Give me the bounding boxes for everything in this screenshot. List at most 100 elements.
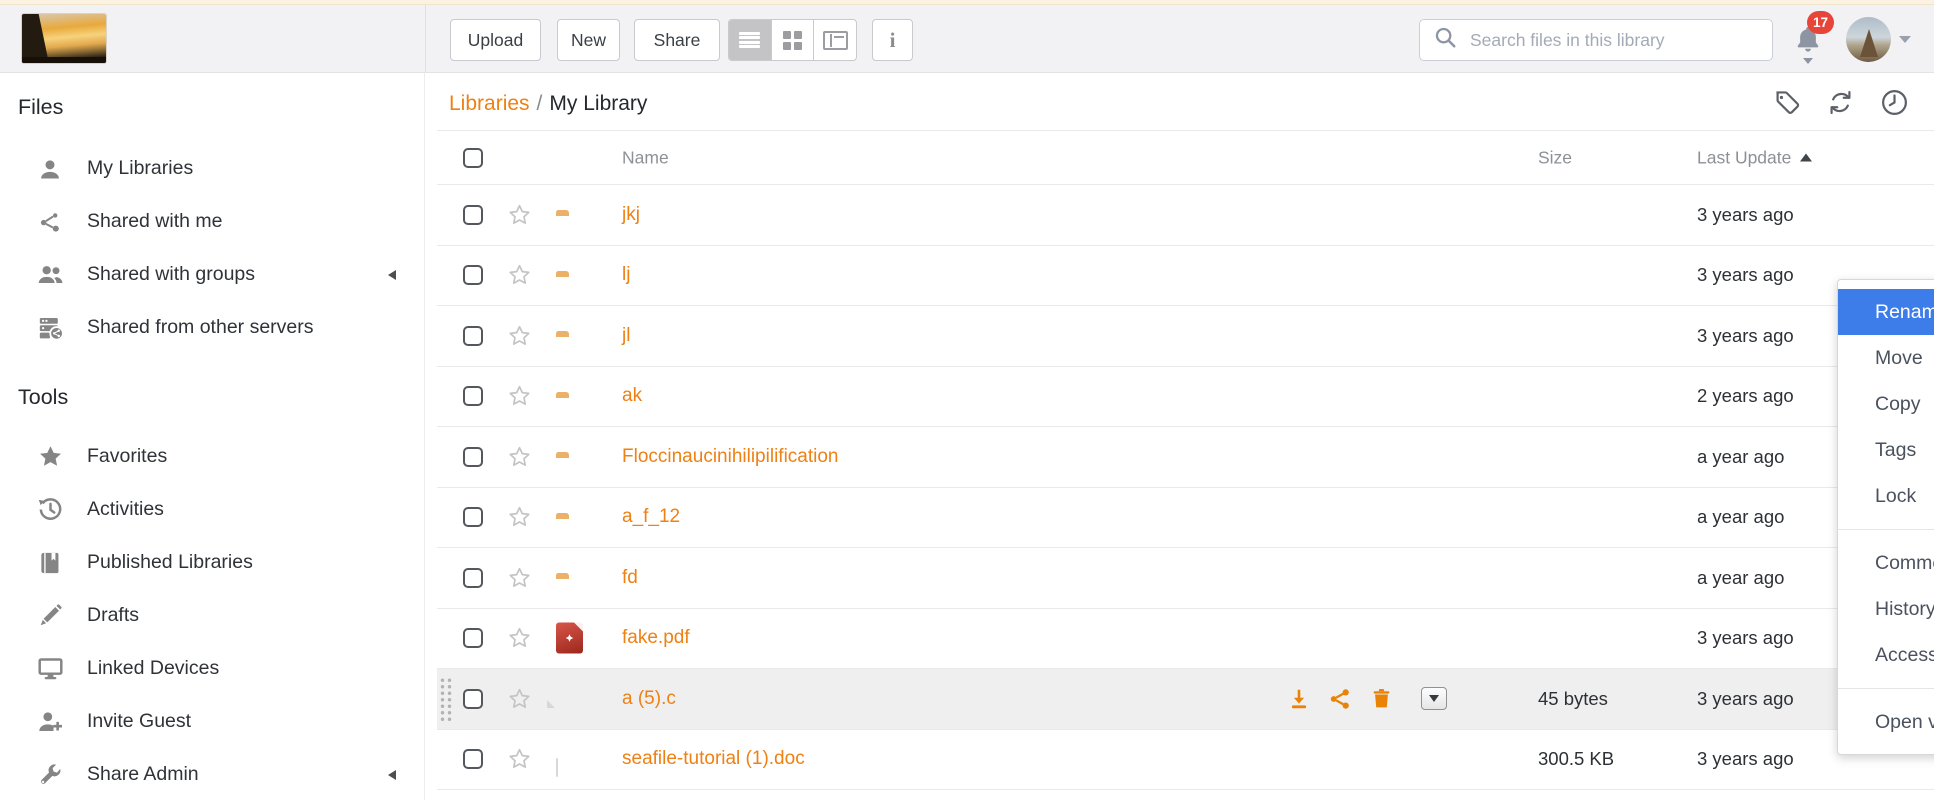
list-view-button[interactable] bbox=[729, 20, 772, 60]
sidebar-item-drafts[interactable]: Drafts bbox=[0, 589, 424, 642]
history-icon[interactable] bbox=[1879, 87, 1910, 118]
breadcrumb-libraries-link[interactable]: Libraries bbox=[449, 92, 530, 115]
table-row[interactable]: jl3 years ago bbox=[437, 306, 1934, 367]
menu-item-tags[interactable]: Tags bbox=[1838, 427, 1934, 473]
file-name-link[interactable]: fake.pdf bbox=[622, 627, 690, 649]
download-icon[interactable] bbox=[1287, 687, 1311, 711]
drag-handle-icon[interactable] bbox=[439, 677, 453, 722]
file-name-link[interactable]: seafile-tutorial (1).doc bbox=[622, 748, 805, 770]
star-icon[interactable] bbox=[506, 322, 533, 349]
collapse-caret-icon[interactable] bbox=[388, 770, 396, 780]
star-icon[interactable] bbox=[506, 443, 533, 470]
table-row[interactable]: a_f_12 a year ago bbox=[437, 488, 1934, 549]
row-checkbox[interactable] bbox=[463, 628, 483, 648]
table-row[interactable]: jkj3 years ago bbox=[437, 185, 1934, 246]
new-button[interactable]: New bbox=[557, 19, 620, 61]
file-size: 45 bytes bbox=[1538, 688, 1608, 710]
sidebar-item-published-libraries[interactable]: Published Libraries bbox=[0, 536, 424, 589]
sidebar-section-tools: FavoritesActivitiesPublished LibrariesDr… bbox=[0, 430, 424, 801]
delete-icon[interactable] bbox=[1369, 687, 1393, 711]
share-button[interactable]: Share bbox=[634, 19, 720, 61]
menu-item-open-via-client[interactable]: Open via Client bbox=[1838, 699, 1934, 745]
activities-history-icon bbox=[35, 496, 65, 524]
file-name-link[interactable]: fd bbox=[622, 567, 638, 589]
table-row[interactable]: fda year ago bbox=[437, 548, 1934, 609]
select-all-checkbox[interactable] bbox=[463, 148, 483, 168]
search-input[interactable] bbox=[1468, 29, 1752, 52]
server-share-icon bbox=[35, 314, 65, 342]
star-icon[interactable] bbox=[506, 564, 533, 591]
list-view-icon bbox=[739, 32, 760, 49]
table-row[interactable]: lj3 years ago bbox=[437, 246, 1934, 307]
row-checkbox[interactable] bbox=[463, 265, 483, 285]
menu-item-comment[interactable]: Comment bbox=[1838, 540, 1934, 586]
sidebar-item-shared-with-groups[interactable]: Shared with groups bbox=[0, 248, 424, 301]
row-checkbox[interactable] bbox=[463, 749, 483, 769]
table-row[interactable]: a (5).c45 bytes3 years ago bbox=[437, 669, 1934, 730]
star-icon[interactable] bbox=[506, 201, 533, 228]
table-row[interactable]: Floccinaucinihilipilificationa year ago bbox=[437, 427, 1934, 488]
file-name-link[interactable]: a (5).c bbox=[622, 688, 676, 710]
file-name-link[interactable]: lj bbox=[622, 264, 630, 286]
menu-item-access-log[interactable]: Access Log bbox=[1838, 632, 1934, 678]
trash-icon[interactable] bbox=[1825, 87, 1856, 118]
column-header-size[interactable]: Size bbox=[1538, 147, 1572, 168]
row-checkbox[interactable] bbox=[463, 386, 483, 406]
avatar[interactable] bbox=[1846, 17, 1891, 62]
column-header-last-update[interactable]: Last Update bbox=[1697, 147, 1812, 168]
file-name-link[interactable]: Floccinaucinihilipilification bbox=[622, 446, 839, 468]
sidebar-section-files: My LibrariesShared with meShared with gr… bbox=[0, 142, 424, 354]
row-checkbox[interactable] bbox=[463, 205, 483, 225]
sidebar-heading-files: Files bbox=[18, 94, 424, 120]
star-icon[interactable] bbox=[506, 383, 533, 410]
last-update: a year ago bbox=[1697, 506, 1784, 528]
row-checkbox[interactable] bbox=[463, 568, 483, 588]
sidebar-item-linked-devices[interactable]: Linked Devices bbox=[0, 642, 424, 695]
tag-icon[interactable] bbox=[1771, 87, 1802, 118]
notifications-button[interactable]: 17 bbox=[1793, 18, 1835, 68]
users-icon bbox=[35, 261, 65, 289]
row-checkbox[interactable] bbox=[463, 689, 483, 709]
row-checkbox[interactable] bbox=[463, 447, 483, 467]
sidebar-item-shared-with-me[interactable]: Shared with me bbox=[0, 195, 424, 248]
column-header-name[interactable]: Name bbox=[622, 147, 669, 168]
row-checkbox[interactable] bbox=[463, 507, 483, 527]
search-icon bbox=[1433, 25, 1458, 55]
share-icon[interactable] bbox=[1328, 687, 1352, 711]
file-name-link[interactable]: a_f_12 bbox=[622, 506, 680, 528]
row-actions bbox=[1287, 687, 1447, 711]
grid-view-button[interactable] bbox=[772, 20, 815, 60]
detail-view-button[interactable] bbox=[814, 20, 856, 60]
upload-button[interactable]: Upload bbox=[450, 19, 541, 61]
menu-item-rename[interactable]: Rename bbox=[1838, 289, 1934, 335]
sidebar-item-share-admin[interactable]: Share Admin bbox=[0, 748, 424, 801]
more-actions-dropdown[interactable] bbox=[1421, 687, 1447, 710]
menu-item-lock[interactable]: Lock bbox=[1838, 473, 1934, 519]
file-name-link[interactable]: jkj bbox=[622, 204, 640, 226]
grid-view-icon bbox=[783, 31, 802, 50]
site-logo[interactable] bbox=[22, 14, 106, 63]
table-row[interactable]: fake.pdf3 years ago bbox=[437, 609, 1934, 670]
menu-item-history[interactable]: History bbox=[1838, 586, 1934, 632]
star-icon[interactable] bbox=[506, 746, 533, 773]
doc-icon bbox=[556, 758, 558, 777]
menu-item-copy[interactable]: Copy bbox=[1838, 381, 1934, 427]
star-icon[interactable] bbox=[506, 685, 533, 712]
info-button[interactable]: i bbox=[872, 19, 913, 61]
sidebar-item-my-libraries[interactable]: My Libraries bbox=[0, 142, 424, 195]
table-row[interactable]: ak2 years ago bbox=[437, 367, 1934, 428]
account-menu-caret-icon[interactable] bbox=[1899, 36, 1911, 43]
file-name-link[interactable]: jl bbox=[622, 325, 630, 347]
menu-item-move[interactable]: Move bbox=[1838, 335, 1934, 381]
sidebar-item-favorites[interactable]: Favorites bbox=[0, 430, 424, 483]
star-icon[interactable] bbox=[506, 625, 533, 652]
row-checkbox[interactable] bbox=[463, 326, 483, 346]
file-name-link[interactable]: ak bbox=[622, 385, 642, 407]
sidebar-item-shared-from-other-servers[interactable]: Shared from other servers bbox=[0, 301, 424, 354]
star-icon[interactable] bbox=[506, 504, 533, 531]
sidebar-item-activities[interactable]: Activities bbox=[0, 483, 424, 536]
star-icon[interactable] bbox=[506, 262, 533, 289]
collapse-caret-icon[interactable] bbox=[388, 270, 396, 280]
sidebar-item-invite-guest[interactable]: Invite Guest bbox=[0, 695, 424, 748]
table-row[interactable]: seafile-tutorial (1).doc300.5 KB3 years … bbox=[437, 730, 1934, 791]
